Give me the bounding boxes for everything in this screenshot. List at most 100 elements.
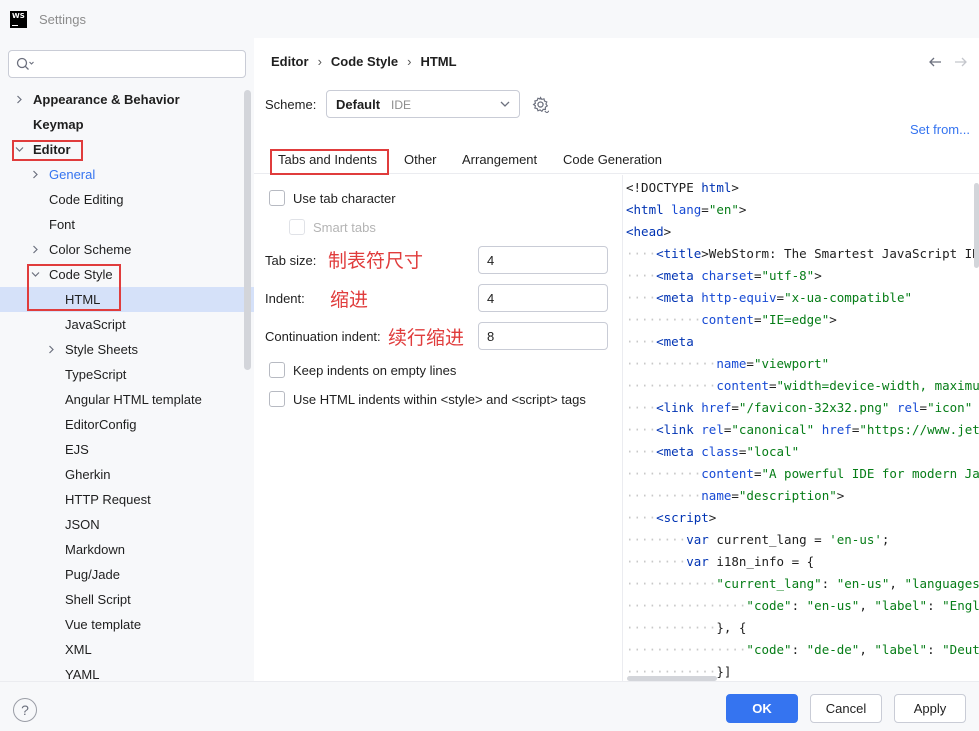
highlight-tabs-and-indents [270, 149, 389, 175]
tree-item-ejs[interactable]: EJS [0, 437, 254, 462]
code-line: <html lang="en"> [626, 202, 747, 217]
tree-item-editorconfig[interactable]: EditorConfig [0, 412, 254, 437]
tree-item-yaml[interactable]: YAML [0, 662, 254, 681]
tree-item-label: TypeScript [65, 367, 127, 382]
highlight-editor [12, 140, 83, 161]
code-vertical-scrollbar[interactable] [974, 183, 979, 268]
tree-item-label: General [49, 167, 96, 182]
code-line: ····<link href="/favicon-32x32.png" rel=… [626, 400, 973, 415]
code-line: ····<meta class="local" [626, 444, 800, 459]
code-line: ····<title>WebStorm: The Smartest JavaSc… [626, 246, 979, 261]
scheme-label: Scheme: [265, 97, 317, 112]
chevron-right-icon[interactable] [47, 345, 56, 354]
tree-item-gherkin[interactable]: Gherkin [0, 462, 254, 487]
tree-item-label: HTTP Request [65, 492, 151, 507]
cancel-button[interactable]: Cancel [810, 694, 882, 723]
html-indents-checkbox[interactable] [269, 391, 285, 407]
dialog-button-bar: ? OK Cancel Apply [0, 681, 979, 731]
tree-item-label: Appearance & Behavior [33, 92, 180, 107]
scheme-dropdown[interactable]: Default IDE [326, 90, 520, 118]
tree-item-label: JavaScript [65, 317, 126, 332]
tree-item-typescript[interactable]: TypeScript [0, 362, 254, 387]
tree-item-angular-html-template[interactable]: Angular HTML template [0, 387, 254, 412]
tree-item-code-editing[interactable]: Code Editing [0, 187, 254, 212]
settings-sidebar: Appearance & Behavior Keymap Editor General… [0, 38, 254, 681]
back-arrow-icon[interactable] [928, 55, 942, 69]
tree-item-style-sheets[interactable]: Style Sheets [0, 337, 254, 362]
webstorm-logo-icon: WS [10, 11, 27, 28]
tree-item-appearance-behavior[interactable]: Appearance & Behavior [0, 87, 254, 112]
breadcrumb-editor[interactable]: Editor [271, 54, 309, 69]
apply-button[interactable]: Apply [894, 694, 966, 723]
code-line: ········var i18n_info = { [626, 554, 815, 569]
tree-item-http-request[interactable]: HTTP Request [0, 487, 254, 512]
code-line: ············content="width=device-width,… [626, 378, 979, 393]
forward-arrow-icon[interactable] [954, 55, 968, 69]
tree-item-label: JSON [65, 517, 100, 532]
sidebar-scrollbar[interactable] [244, 90, 251, 370]
tree-item-vue-template[interactable]: Vue template [0, 612, 254, 637]
tree-item-label: Shell Script [65, 592, 131, 607]
tree-item-markdown[interactable]: Markdown [0, 537, 254, 562]
indent-label: Indent: [265, 291, 305, 306]
chevron-right-icon[interactable] [31, 170, 40, 179]
breadcrumb-separator: › [317, 54, 322, 69]
smart-tabs-label: Smart tabs [313, 220, 376, 235]
scheme-sub: IDE [391, 98, 412, 112]
code-line: ····<script> [626, 510, 717, 525]
code-line: ············name="viewport" [626, 356, 830, 371]
code-line: ····<meta [626, 334, 694, 349]
main-panel: Editor › Code Style › HTML Scheme: Default I… [254, 38, 979, 683]
keep-indents-checkbox[interactable] [269, 362, 285, 378]
gear-icon[interactable] [532, 96, 549, 113]
tree-item-general[interactable]: General [0, 162, 254, 187]
help-icon[interactable]: ? [13, 698, 37, 722]
tree-item-label: EditorConfig [65, 417, 137, 432]
code-line: ··········content="IE=edge"> [626, 312, 837, 327]
tree-item-keymap[interactable]: Keymap [0, 112, 254, 137]
continuation-indent-input[interactable]: 8 [478, 322, 608, 350]
html-indents-label: Use HTML indents within <style> and <scr… [293, 392, 586, 407]
tree-item-pug-jade[interactable]: Pug/Jade [0, 562, 254, 587]
smart-tabs-checkbox [289, 219, 305, 235]
code-preview[interactable]: ············}] ················"code": "d… [622, 175, 979, 683]
code-line: ····<meta charset="utf-8"> [626, 268, 822, 283]
scheme-value: Default [336, 97, 381, 112]
continuation-indent-annotation: 续行缩进 [388, 327, 465, 349]
keep-indents-label: Keep indents on empty lines [293, 363, 457, 378]
tree-item-font[interactable]: Font [0, 212, 254, 237]
tree-item-json[interactable]: JSON [0, 512, 254, 537]
chevron-right-icon[interactable] [15, 95, 24, 104]
breadcrumb-code-style[interactable]: Code Style [331, 54, 398, 69]
tree-item-label: Vue template [65, 617, 142, 632]
code-line: ········var current_lang = 'en-us'; [626, 532, 890, 547]
chevron-down-icon [500, 101, 510, 107]
tree-item-label: XML [65, 642, 92, 657]
set-from-link[interactable]: Set from... [910, 122, 970, 137]
ok-button[interactable]: OK [726, 694, 798, 723]
code-line: ················"code": "en-us", "label"… [626, 598, 979, 613]
tree-item-color-scheme[interactable]: Color Scheme [0, 237, 254, 262]
tab-size-annotation: 制表符尺寸 [328, 250, 424, 272]
use-tab-character-checkbox[interactable] [269, 190, 285, 206]
tree-item-label: Angular HTML template [65, 392, 202, 407]
tree-item-label: EJS [65, 442, 89, 457]
indent-annotation: 缩进 [330, 289, 369, 311]
code-line: ············"current_lang": "en-us", "la… [626, 576, 979, 591]
tab-size-input[interactable]: 4 [478, 246, 608, 274]
tab-other[interactable]: Other [404, 152, 437, 167]
tree-item-javascript[interactable]: JavaScript [0, 312, 254, 337]
tree-item-xml[interactable]: XML [0, 637, 254, 662]
search-input[interactable] [8, 50, 246, 78]
tree-item-shell-script[interactable]: Shell Script [0, 587, 254, 612]
indent-input[interactable]: 4 [478, 284, 608, 312]
breadcrumb-html: HTML [420, 54, 457, 69]
tree-item-label: Code Editing [49, 192, 124, 207]
title-bar: WS Settings [0, 0, 979, 38]
chevron-right-icon[interactable] [31, 245, 40, 254]
use-tab-character-label: Use tab character [293, 191, 396, 206]
code-line: <head> [626, 224, 672, 239]
tab-code-generation[interactable]: Code Generation [563, 152, 662, 167]
tree-item-label: Color Scheme [49, 242, 132, 257]
tab-arrangement[interactable]: Arrangement [462, 152, 537, 167]
